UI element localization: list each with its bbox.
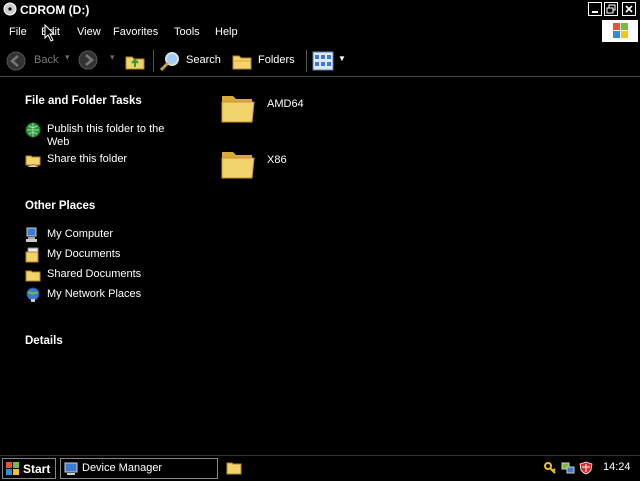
toolbar-separator [153,50,154,72]
toolbar-separator [306,50,307,72]
my-documents-link[interactable]: My Documents [25,247,195,263]
publish-folder-label-line2: Web [47,136,70,148]
publish-folder-label: Publish this folder to the Web [47,123,164,149]
network-places-label: My Network Places [47,288,142,300]
back-arrow-icon [6,51,26,71]
taskbar-button-device-manager[interactable]: Device Manager [60,458,218,479]
toolbar: Back ▾ ▾ Search Folders ▼ [0,44,640,77]
cdrom-icon [3,2,17,16]
search-icon [159,52,179,72]
share-folder-icon [25,155,41,168]
publish-web-icon [25,122,41,138]
file-folder-tasks-header[interactable]: File and Folder Tasks [25,95,142,107]
close-icon [625,5,633,13]
security-shield-icon[interactable] [579,461,593,475]
folders-button[interactable]: Folders [231,49,301,73]
restore-button[interactable] [604,2,618,16]
system-tray: 14:24 [540,458,638,479]
start-label: Start [23,462,51,476]
start-button[interactable]: Start [2,458,56,479]
folder-name: X86 [267,154,287,166]
details-header[interactable]: Details [25,335,63,347]
up-folder-icon[interactable] [124,50,146,72]
folders-label: Folders [258,54,295,66]
network-places-link[interactable]: My Network Places [25,287,195,303]
minimize-icon [592,11,598,13]
menu-view[interactable]: View [77,26,101,38]
window-title: CDROM (D:) [20,3,90,17]
search-button[interactable]: Search [159,49,223,73]
clock[interactable]: 14:24 [603,461,631,473]
menu-help[interactable]: Help [215,26,238,38]
share-folder-link[interactable]: Share this folder [25,152,195,168]
back-dropdown-icon[interactable]: ▾ [65,52,70,63]
device-manager-icon [64,462,78,475]
forward-button[interactable] [78,50,100,72]
my-computer-label: My Computer [47,228,114,240]
publish-folder-link[interactable]: Publish this folder to the Web [25,122,195,150]
shared-documents-link[interactable]: Shared Documents [25,267,195,283]
views-dropdown-icon: ▼ [338,54,346,63]
taskbar: Start Device Manager 14:24 [0,455,640,481]
my-documents-icon [25,247,39,263]
search-label: Search [186,54,221,66]
network-places-icon [26,287,40,302]
folder-name: AMD64 [267,98,304,110]
shared-documents-icon [25,270,41,282]
other-places-header[interactable]: Other Places [25,200,95,212]
minimize-button[interactable] [588,2,602,16]
mouse-cursor-icon [44,24,56,42]
network-connection-icon[interactable] [561,461,575,475]
menu-bar: File Edit View Favorites Tools Help [0,20,600,42]
taskbar-button-label: Device Manager [82,462,163,474]
windows-flag-icon [6,462,19,475]
restore-icon [606,4,616,14]
windows-logo-icon [602,20,638,42]
title-bar[interactable]: CDROM (D:) [0,0,640,19]
folder-icon [221,96,255,123]
keys-icon[interactable] [543,461,557,475]
views-icon [312,51,334,71]
views-button[interactable]: ▼ [312,49,346,73]
menu-file[interactable]: File [9,26,27,38]
publish-folder-label-line1: Publish this folder to the [47,123,165,135]
my-computer-link[interactable]: My Computer [25,227,195,243]
menu-tools[interactable]: Tools [174,26,200,38]
back-label: Back [34,54,59,66]
menu-favorites[interactable]: Favorites [113,26,158,38]
share-folder-label: Share this folder [47,153,128,165]
explorer-folder-icon[interactable] [226,461,242,475]
forward-arrow-icon [78,50,98,70]
folder-x86[interactable]: X86 [220,145,320,183]
my-documents-label: My Documents [47,248,121,260]
shared-documents-label: Shared Documents [47,268,142,280]
close-button[interactable] [622,2,636,16]
back-button[interactable]: Back [6,50,66,72]
my-computer-icon [26,227,37,242]
forward-dropdown-icon[interactable]: ▾ [110,52,115,63]
folder-icon [221,152,255,179]
folder-amd64[interactable]: AMD64 [220,89,320,127]
folders-icon [232,55,252,70]
